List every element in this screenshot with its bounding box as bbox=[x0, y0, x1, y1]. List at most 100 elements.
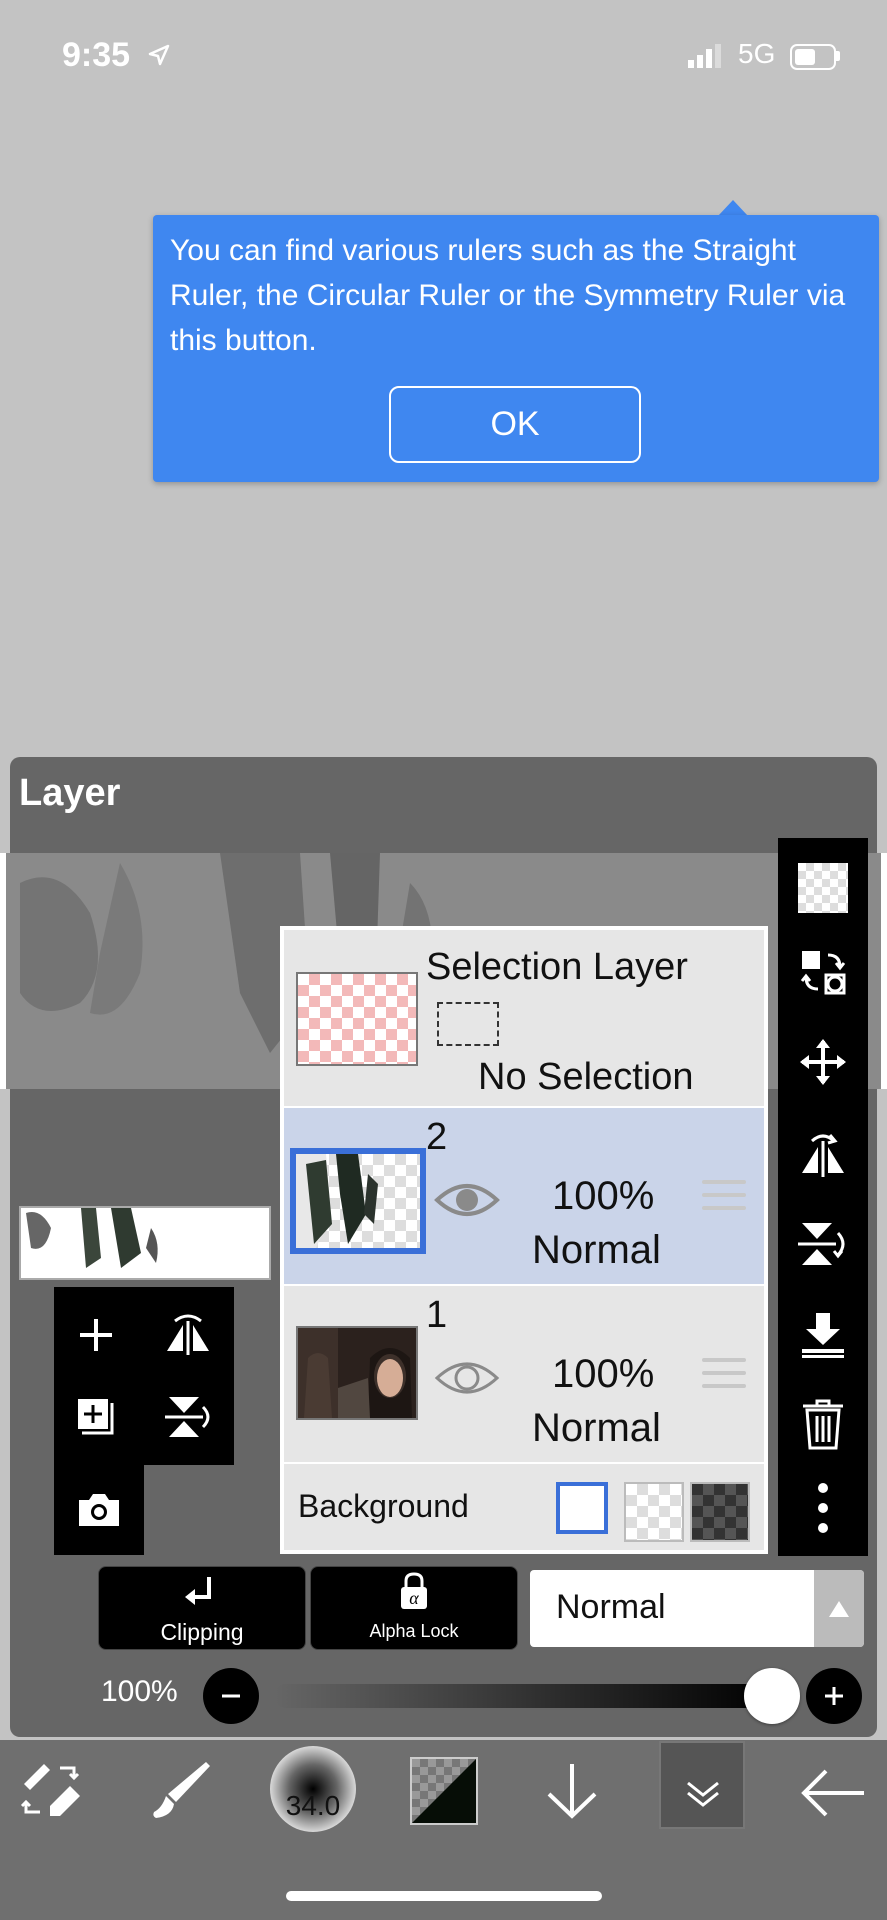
minus-icon bbox=[222, 1694, 240, 1698]
clipping-label: Clipping bbox=[160, 1619, 244, 1645]
plus-icon bbox=[80, 1319, 112, 1351]
layer-2-blend: Normal bbox=[532, 1228, 661, 1272]
battery-nub bbox=[836, 51, 840, 61]
alpha-lock-button[interactable]: α Alpha Lock bbox=[310, 1566, 518, 1650]
flip-horizontal-layer-button[interactable] bbox=[793, 1124, 853, 1184]
selection-layer-row[interactable]: Selection Layer No Selection bbox=[284, 930, 764, 1106]
layer-2-drag-handle[interactable] bbox=[702, 1180, 746, 1219]
layer-1-visibility-toggle[interactable] bbox=[434, 1356, 500, 1405]
brush-eraser-swap-icon bbox=[20, 1764, 80, 1816]
layer-1-photo bbox=[298, 1328, 416, 1418]
triangle-up-icon bbox=[829, 1600, 849, 1617]
tool-switch-button[interactable] bbox=[20, 1760, 84, 1821]
eye-outline-icon bbox=[434, 1362, 500, 1394]
layer-1-number: 1 bbox=[426, 1294, 448, 1336]
flip-vertical-layer-button[interactable] bbox=[793, 1214, 853, 1274]
status-time: 9:35 bbox=[62, 36, 131, 74]
eye-icon bbox=[434, 1184, 500, 1216]
plus-icon bbox=[825, 1687, 843, 1705]
more-vertical-icon bbox=[818, 1483, 828, 1533]
more-options-button[interactable] bbox=[793, 1478, 853, 1538]
location-arrow-icon bbox=[148, 44, 170, 66]
right-tool-column bbox=[778, 838, 868, 1556]
chevron-double-down-icon bbox=[687, 1781, 719, 1807]
arrow-down-icon bbox=[547, 1764, 597, 1819]
brush-size-value: 34.0 bbox=[285, 1790, 341, 1821]
flip-vertical-icon bbox=[798, 1223, 845, 1265]
checker-icon bbox=[798, 863, 848, 913]
color-swatch-button[interactable] bbox=[410, 1757, 478, 1825]
selection-layer-thumbnail bbox=[296, 972, 418, 1066]
opacity-slider-knob[interactable] bbox=[744, 1668, 800, 1724]
move-button[interactable] bbox=[793, 1032, 853, 1092]
swap-layer-button[interactable] bbox=[793, 942, 853, 1002]
network-type: 5G bbox=[738, 38, 776, 69]
cellular-signal-icon bbox=[688, 44, 721, 68]
layer-row-2[interactable]: 2 100% Normal bbox=[284, 1108, 764, 1284]
layer-1-drag-handle[interactable] bbox=[702, 1358, 746, 1397]
alpha-lock-label: Alpha Lock bbox=[369, 1621, 459, 1641]
move-icon bbox=[800, 1039, 846, 1085]
add-layer-copy-button[interactable] bbox=[66, 1387, 126, 1447]
opacity-slider-track[interactable] bbox=[274, 1684, 772, 1708]
opacity-increase-button[interactable] bbox=[806, 1668, 862, 1724]
selection-status: No Selection bbox=[478, 1056, 694, 1098]
trash-icon bbox=[803, 1399, 843, 1450]
layer-tools-block bbox=[54, 1287, 234, 1465]
layer-panel-toggle-button[interactable] bbox=[659, 1741, 745, 1829]
camera-block bbox=[54, 1465, 144, 1555]
flip-horizontal-button[interactable] bbox=[158, 1305, 218, 1365]
clipping-button[interactable]: Clipping bbox=[98, 1566, 306, 1650]
camera-button[interactable] bbox=[69, 1480, 129, 1540]
brush-tool-button[interactable] bbox=[148, 1758, 212, 1827]
tooltip-arrow bbox=[718, 200, 748, 216]
background-row: Background bbox=[284, 1464, 764, 1550]
back-button[interactable] bbox=[800, 1768, 866, 1823]
flip-vertical-button[interactable] bbox=[158, 1387, 218, 1447]
layer-2-thumbnail bbox=[290, 1148, 426, 1254]
opacity-decrease-button[interactable] bbox=[203, 1668, 259, 1724]
layer-1-thumbnail bbox=[296, 1326, 418, 1420]
camera-icon bbox=[79, 1494, 119, 1526]
layer-row-1[interactable]: 1 100% Normal bbox=[284, 1286, 764, 1462]
swap-icon bbox=[800, 951, 846, 995]
background-white-option[interactable] bbox=[556, 1482, 608, 1534]
layer-2-number: 2 bbox=[426, 1116, 448, 1158]
transparent-fill-button[interactable] bbox=[793, 858, 853, 918]
mini-thumbnail-art bbox=[26, 1208, 158, 1268]
selection-dashed-icon bbox=[437, 1002, 499, 1046]
layer-1-blend: Normal bbox=[532, 1406, 661, 1450]
layer-2-visibility-toggle[interactable] bbox=[434, 1178, 500, 1227]
delete-layer-button[interactable] bbox=[793, 1394, 853, 1454]
flip-horizontal-icon bbox=[167, 1314, 209, 1355]
blend-mode-dropdown-button[interactable] bbox=[814, 1570, 864, 1647]
background-dark-option[interactable] bbox=[690, 1482, 750, 1542]
battery-icon bbox=[790, 44, 836, 70]
background-transparent-option[interactable] bbox=[624, 1482, 684, 1542]
svg-text:α: α bbox=[409, 1588, 419, 1608]
merge-down-icon bbox=[802, 1313, 844, 1358]
canvas-mini-thumbnail[interactable] bbox=[19, 1206, 271, 1280]
layer-list: Selection Layer No Selection 2 100% Norm… bbox=[280, 926, 768, 1554]
blend-mode-value: Normal bbox=[556, 1588, 666, 1626]
panel-title: Layer bbox=[19, 772, 121, 814]
merge-down-button[interactable] bbox=[793, 1304, 853, 1364]
brush-icon bbox=[153, 1762, 210, 1818]
layer-2-opacity: 100% bbox=[552, 1174, 655, 1218]
layer-1-opacity: 100% bbox=[552, 1352, 655, 1396]
clipping-icon bbox=[185, 1577, 211, 1605]
add-layer-button[interactable] bbox=[66, 1305, 126, 1365]
selection-layer-title: Selection Layer bbox=[426, 946, 688, 988]
tooltip-ok-button[interactable]: OK bbox=[389, 386, 641, 463]
flip-vertical-icon bbox=[165, 1397, 210, 1437]
color-swatch-icon bbox=[412, 1759, 476, 1823]
layer-2-art bbox=[296, 1154, 378, 1248]
background-label: Background bbox=[298, 1488, 469, 1524]
lock-alpha-icon: α bbox=[401, 1572, 427, 1609]
copy-layer-icon bbox=[78, 1399, 114, 1435]
layer-down-button[interactable] bbox=[543, 1760, 601, 1825]
flip-horizontal-icon bbox=[802, 1134, 844, 1177]
opacity-value: 100% bbox=[101, 1675, 178, 1708]
home-indicator bbox=[286, 1891, 602, 1901]
tooltip-message: You can find various rulers such as the … bbox=[170, 234, 846, 357]
